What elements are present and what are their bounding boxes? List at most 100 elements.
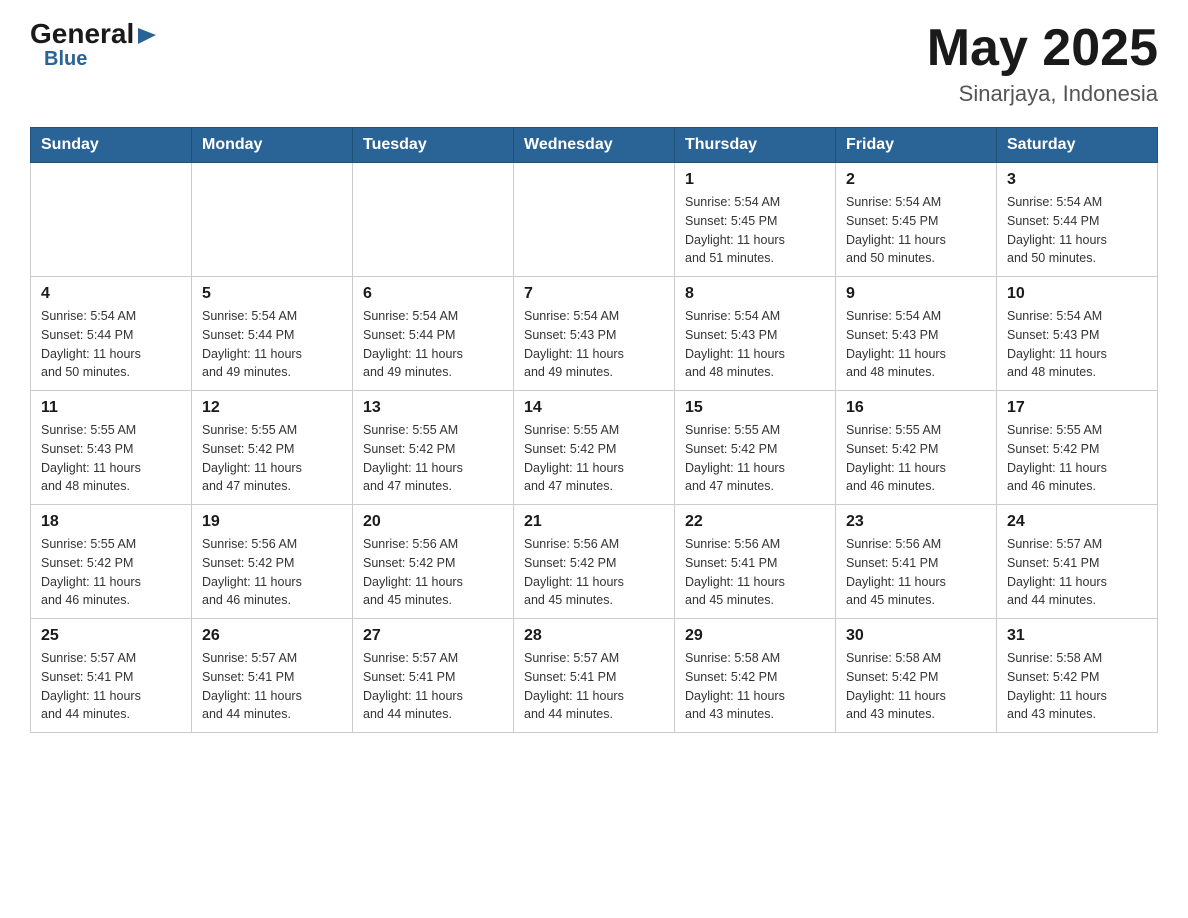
calendar-cell: 23 Sunrise: 5:56 AMSunset: 5:41 PMDayligh… [836,505,997,619]
calendar-cell: 14 Sunrise: 5:55 AMSunset: 5:42 PMDayligh… [514,391,675,505]
calendar-header-wednesday: Wednesday [514,128,675,163]
title-area: May 2025 Sinarjaya, Indonesia [927,20,1158,107]
day-number: 20 [363,513,503,531]
calendar-cell: 15Sunrise: 5:55 AMSunset: 5:42 PMDayligh… [675,391,836,505]
calendar-cell: 6Sunrise: 5:54 AMSunset: 5:44 PMDaylight… [353,277,514,391]
day-info: Sunrise: 5:55 AMSunset: 5:43 PMDaylight:… [41,421,181,496]
day-number: 29 [685,627,825,645]
day-info: Sunrise: 5:55 AMSunset: 5:42 PMDaylight:… [1007,421,1147,496]
calendar-cell [192,163,353,277]
calendar-week-row: 18Sunrise: 5:55 AMSunset: 5:42 PMDayligh… [31,505,1158,619]
day-info: Sunrise: 5:56 AMSunset: 5:42 PMDaylight:… [524,535,664,610]
calendar-cell: 4 Sunrise: 5:54 AMSunset: 5:44 PMDaylight… [31,277,192,391]
calendar-cell: 26 Sunrise: 5:57 AMSunset: 5:41 PMDayligh… [192,619,353,733]
calendar-cell: 7 Sunrise: 5:54 AMSunset: 5:43 PMDaylight… [514,277,675,391]
calendar-cell: 30 Sunrise: 5:58 AMSunset: 5:42 PMDayligh… [836,619,997,733]
day-info: Sunrise: 5:55 AMSunset: 5:42 PMDaylight:… [202,421,342,496]
calendar-cell: 28Sunrise: 5:57 AMSunset: 5:41 PMDayligh… [514,619,675,733]
day-number: 21 [524,513,664,531]
day-number: 30 [846,627,986,645]
calendar-cell: 24Sunrise: 5:57 AMSunset: 5:41 PMDayligh… [997,505,1158,619]
day-number: 25 [41,627,181,645]
day-number: 6 [363,285,503,303]
day-info: Sunrise: 5:56 AMSunset: 5:42 PMDaylight:… [363,535,503,610]
calendar-cell: 29Sunrise: 5:58 AMSunset: 5:42 PMDayligh… [675,619,836,733]
location-subtitle: Sinarjaya, Indonesia [927,81,1158,107]
day-info: Sunrise: 5:55 AMSunset: 5:42 PMDaylight:… [41,535,181,610]
day-number: 3 [1007,171,1147,189]
day-info: Sunrise: 5:54 AMSunset: 5:44 PMDaylight:… [41,307,181,382]
day-info: Sunrise: 5:56 AMSunset: 5:42 PMDaylight:… [202,535,342,610]
day-info: Sunrise: 5:57 AMSunset: 5:41 PMDaylight:… [363,649,503,724]
day-info: Sunrise: 5:54 AMSunset: 5:43 PMDaylight:… [685,307,825,382]
day-info: Sunrise: 5:54 AMSunset: 5:43 PMDaylight:… [524,307,664,382]
day-info: Sunrise: 5:55 AMSunset: 5:42 PMDaylight:… [846,421,986,496]
logo: General Blue [30,20,158,71]
calendar-cell: 12Sunrise: 5:55 AMSunset: 5:42 PMDayligh… [192,391,353,505]
calendar-header-row: SundayMondayTuesdayWednesdayThursdayFrid… [31,128,1158,163]
day-info: Sunrise: 5:55 AMSunset: 5:42 PMDaylight:… [363,421,503,496]
logo-general-text: General [30,20,134,48]
day-info: Sunrise: 5:55 AMSunset: 5:42 PMDaylight:… [685,421,825,496]
day-info: Sunrise: 5:57 AMSunset: 5:41 PMDaylight:… [202,649,342,724]
calendar-header-tuesday: Tuesday [353,128,514,163]
calendar-cell: 13 Sunrise: 5:55 AMSunset: 5:42 PMDayligh… [353,391,514,505]
calendar-cell: 10 Sunrise: 5:54 AMSunset: 5:43 PMDayligh… [997,277,1158,391]
day-info: Sunrise: 5:54 AMSunset: 5:44 PMDaylight:… [1007,193,1147,268]
day-number: 9 [846,285,986,303]
day-info: Sunrise: 5:57 AMSunset: 5:41 PMDaylight:… [1007,535,1147,610]
calendar-cell: 19Sunrise: 5:56 AMSunset: 5:42 PMDayligh… [192,505,353,619]
calendar-table: SundayMondayTuesdayWednesdayThursdayFrid… [30,127,1158,733]
calendar-cell: 22 Sunrise: 5:56 AMSunset: 5:41 PMDayligh… [675,505,836,619]
day-info: Sunrise: 5:56 AMSunset: 5:41 PMDaylight:… [685,535,825,610]
day-number: 26 [202,627,342,645]
calendar-header-saturday: Saturday [997,128,1158,163]
day-number: 11 [41,399,181,417]
calendar-header-sunday: Sunday [31,128,192,163]
calendar-cell [353,163,514,277]
day-number: 4 [41,285,181,303]
month-year-title: May 2025 [927,20,1158,77]
day-number: 17 [1007,399,1147,417]
day-number: 7 [524,285,664,303]
day-number: 8 [685,285,825,303]
calendar-cell: 16 Sunrise: 5:55 AMSunset: 5:42 PMDayligh… [836,391,997,505]
day-info: Sunrise: 5:56 AMSunset: 5:41 PMDaylight:… [846,535,986,610]
day-info: Sunrise: 5:55 AMSunset: 5:42 PMDaylight:… [524,421,664,496]
day-info: Sunrise: 5:54 AMSunset: 5:43 PMDaylight:… [1007,307,1147,382]
calendar-cell: 17 Sunrise: 5:55 AMSunset: 5:42 PMDayligh… [997,391,1158,505]
calendar-cell: 1Sunrise: 5:54 AMSunset: 5:45 PMDaylight… [675,163,836,277]
calendar-cell: 11 Sunrise: 5:55 AMSunset: 5:43 PMDayligh… [31,391,192,505]
day-number: 14 [524,399,664,417]
calendar-cell: 18Sunrise: 5:55 AMSunset: 5:42 PMDayligh… [31,505,192,619]
calendar-week-row: 25 Sunrise: 5:57 AMSunset: 5:41 PMDayligh… [31,619,1158,733]
calendar-cell: 20 Sunrise: 5:56 AMSunset: 5:42 PMDayligh… [353,505,514,619]
day-number: 2 [846,171,986,189]
calendar-cell: 31Sunrise: 5:58 AMSunset: 5:42 PMDayligh… [997,619,1158,733]
day-number: 5 [202,285,342,303]
calendar-cell: 5 Sunrise: 5:54 AMSunset: 5:44 PMDaylight… [192,277,353,391]
day-number: 23 [846,513,986,531]
day-number: 16 [846,399,986,417]
day-info: Sunrise: 5:58 AMSunset: 5:42 PMDaylight:… [846,649,986,724]
day-number: 13 [363,399,503,417]
day-number: 1 [685,171,825,189]
calendar-cell: 2Sunrise: 5:54 AMSunset: 5:45 PMDaylight… [836,163,997,277]
day-number: 22 [685,513,825,531]
calendar-week-row: 1Sunrise: 5:54 AMSunset: 5:45 PMDaylight… [31,163,1158,277]
day-number: 27 [363,627,503,645]
calendar-header-thursday: Thursday [675,128,836,163]
logo-blue-text: Blue [44,48,87,71]
calendar-cell [31,163,192,277]
day-info: Sunrise: 5:54 AMSunset: 5:44 PMDaylight:… [202,307,342,382]
calendar-header-friday: Friday [836,128,997,163]
calendar-cell: 25Sunrise: 5:57 AMSunset: 5:41 PMDayligh… [31,619,192,733]
day-info: Sunrise: 5:57 AMSunset: 5:41 PMDaylight:… [524,649,664,724]
calendar-header-monday: Monday [192,128,353,163]
day-info: Sunrise: 5:58 AMSunset: 5:42 PMDaylight:… [1007,649,1147,724]
calendar-cell: 3 Sunrise: 5:54 AMSunset: 5:44 PMDaylight… [997,163,1158,277]
header: General Blue May 2025 Sinarjaya, Indones… [30,20,1158,107]
calendar-week-row: 11 Sunrise: 5:55 AMSunset: 5:43 PMDayligh… [31,391,1158,505]
calendar-cell: 9Sunrise: 5:54 AMSunset: 5:43 PMDaylight… [836,277,997,391]
day-number: 10 [1007,285,1147,303]
